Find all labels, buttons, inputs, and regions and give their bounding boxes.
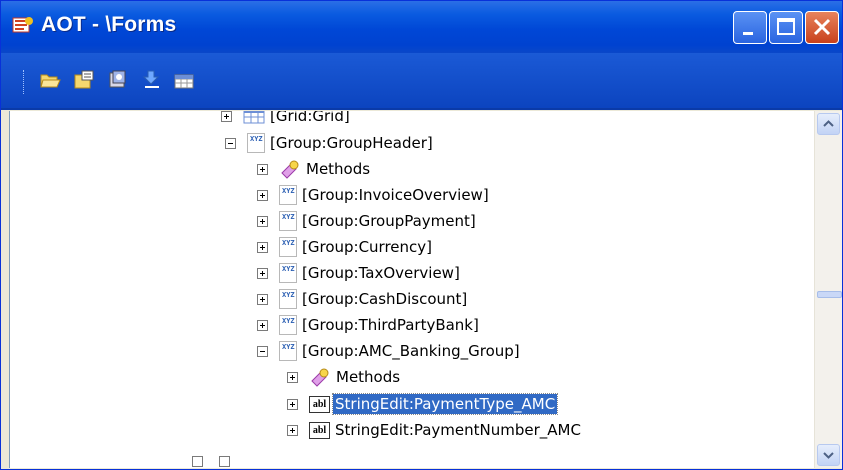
tree-node-tax-overview[interactable]: XYZ [Group:TaxOverview] <box>257 260 460 286</box>
expand-toggle[interactable] <box>219 456 230 467</box>
minimize-icon <box>743 32 753 35</box>
group-icon-text: XYZ <box>282 343 295 351</box>
expand-toggle[interactable] <box>257 319 268 331</box>
aot-app-icon <box>12 17 33 33</box>
scrollbar-thumb[interactable] <box>817 291 842 298</box>
tree-node-amc-banking-group[interactable]: XYZ [Group:AMC_Banking_Group] <box>257 338 520 364</box>
group-icon-text: XYZ <box>282 265 295 273</box>
tree-node-label: Methods <box>336 368 401 386</box>
open-icon[interactable] <box>39 69 61 91</box>
compile-icon[interactable] <box>107 69 129 91</box>
expand-toggle[interactable] <box>287 398 298 410</box>
title-bar[interactable]: AOT - \Forms <box>1 1 842 53</box>
tree-node-label: [Group:TaxOverview] <box>302 264 460 282</box>
expand-toggle[interactable] <box>257 189 268 201</box>
tree-node-label: Methods <box>306 160 371 178</box>
tree-node-cash-discount[interactable]: XYZ [Group:CashDiscount] <box>257 286 467 312</box>
stringedit-icon: abl <box>309 421 330 439</box>
tree-node-methods[interactable]: Methods <box>257 156 370 182</box>
tree-node-group-header[interactable]: XYZ [Group:GroupHeader] <box>225 130 433 156</box>
expand-toggle[interactable] <box>257 241 268 253</box>
expand-toggle[interactable] <box>257 293 268 305</box>
tree-node-grid[interactable]: [Grid:Grid] <box>221 111 350 129</box>
tree-node-label: [Group:CashDiscount] <box>302 290 468 308</box>
collapse-toggle[interactable] <box>257 345 268 357</box>
group-icon-text: XYZ <box>282 317 295 325</box>
group-icon: XYZ <box>279 237 297 257</box>
tree-node-methods[interactable]: Methods <box>287 364 400 390</box>
group-icon-text: XYZ <box>282 187 295 195</box>
tree-node-group-payment[interactable]: XYZ [Group:GroupPayment] <box>257 208 476 234</box>
grid-icon[interactable] <box>173 69 195 91</box>
group-icon: XYZ <box>279 211 297 231</box>
expand-toggle[interactable] <box>221 111 232 122</box>
minimize-button[interactable] <box>733 11 767 44</box>
tree-node-label: [Group:GroupPayment] <box>302 212 476 230</box>
close-icon <box>813 18 831 36</box>
tree-node-label: [Group:ThirdPartyBank] <box>302 316 479 334</box>
methods-icon <box>281 160 299 179</box>
tree-node-label: [Group:InvoiceOverview] <box>302 186 489 204</box>
chevron-down-icon <box>823 452 834 459</box>
expand-toggle[interactable] <box>192 456 203 467</box>
aot-tree-view[interactable]: [Grid:Grid] XYZ [Group:GroupHeader] Meth… <box>9 111 815 468</box>
maximize-button[interactable] <box>769 11 803 44</box>
expand-toggle[interactable] <box>287 424 298 436</box>
tree-node-label: [Group:AMC_Banking_Group] <box>302 342 520 360</box>
tree-node-third-party-bank[interactable]: XYZ [Group:ThirdPartyBank] <box>257 312 479 338</box>
tree-node-invoice-overview[interactable]: XYZ [Group:InvoiceOverview] <box>257 182 489 208</box>
group-icon: XYZ <box>279 341 297 361</box>
vertical-scrollbar[interactable] <box>814 111 842 468</box>
group-icon: XYZ <box>279 185 297 205</box>
expand-toggle[interactable] <box>287 371 298 383</box>
expand-toggle[interactable] <box>257 163 268 175</box>
chevron-up-icon <box>823 120 834 127</box>
group-icon-text: XYZ <box>282 239 295 247</box>
tree-node-label: StringEdit:PaymentNumber_AMC <box>335 421 581 439</box>
group-icon: XYZ <box>279 263 297 283</box>
group-icon: XYZ <box>279 289 297 309</box>
tree-node-label: [Grid:Grid] <box>270 111 350 125</box>
aot-window: AOT - \Forms [Grid:Grid] XYZ [Group:Grou… <box>0 0 843 470</box>
grid-icon <box>243 111 265 124</box>
scroll-up-button[interactable] <box>817 113 840 135</box>
import-icon[interactable] <box>141 69 163 91</box>
group-icon-text: XYZ <box>250 135 263 143</box>
properties-icon[interactable] <box>73 69 95 91</box>
group-icon: XYZ <box>279 315 297 335</box>
close-button[interactable] <box>805 11 839 44</box>
toolbar-grip[interactable] <box>23 70 27 94</box>
window-title: AOT - \Forms <box>41 13 177 36</box>
scroll-down-button[interactable] <box>817 444 840 466</box>
expand-toggle[interactable] <box>257 215 268 227</box>
tree-node-payment-type-amc[interactable]: abl StringEdit:PaymentType_AMC <box>287 391 559 417</box>
group-icon-text: XYZ <box>282 291 295 299</box>
stringedit-icon: abl <box>309 395 330 413</box>
expand-toggle[interactable] <box>257 267 268 279</box>
aot-toolbar <box>1 53 842 110</box>
tree-node-payment-number-amc[interactable]: abl StringEdit:PaymentNumber_AMC <box>287 417 581 443</box>
methods-icon <box>311 368 329 387</box>
maximize-icon <box>777 18 795 35</box>
collapse-toggle[interactable] <box>225 137 236 149</box>
tree-node-label-selected: StringEdit:PaymentType_AMC <box>331 393 559 415</box>
tree-node-currency[interactable]: XYZ [Group:Currency] <box>257 234 432 260</box>
group-icon: XYZ <box>247 133 265 153</box>
tree-node-label: [Group:Currency] <box>302 238 433 256</box>
group-icon-text: XYZ <box>282 213 295 221</box>
tree-node-label: [Group:GroupHeader] <box>270 134 433 152</box>
